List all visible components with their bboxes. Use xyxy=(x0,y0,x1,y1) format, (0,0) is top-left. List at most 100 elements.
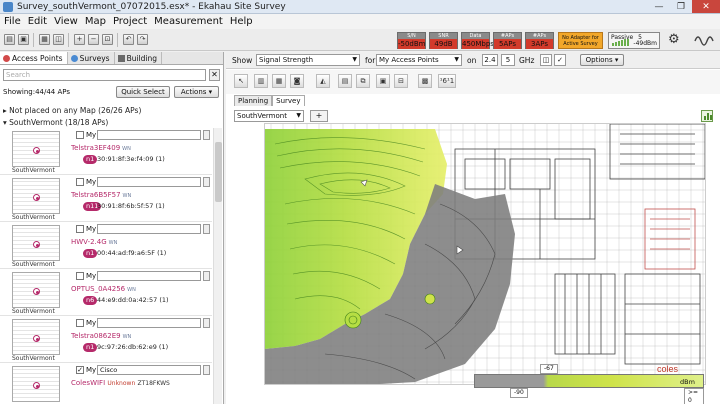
print-icon[interactable]: ▦ xyxy=(39,34,50,45)
redo-icon[interactable]: ↷ xyxy=(137,34,148,45)
options-button[interactable]: Options ▾ xyxy=(580,54,624,66)
my-checkbox[interactable] xyxy=(76,225,84,233)
list-item[interactable]: SouthVermont My OPTUS_0A4256 WN n6 44:e9:… xyxy=(0,269,212,316)
my-field-button[interactable] xyxy=(203,224,210,234)
quick-select-button[interactable]: Quick Select xyxy=(116,86,170,98)
stat-value: 5APs xyxy=(494,38,521,49)
list-scrollbar[interactable] xyxy=(213,128,222,404)
close-button[interactable]: ✕ xyxy=(692,0,720,13)
on-label: on xyxy=(467,56,477,65)
paste-tool-icon[interactable]: ▣ xyxy=(376,74,390,88)
area-tool-icon[interactable]: ▦ xyxy=(272,74,286,88)
maximize-button[interactable]: ❐ xyxy=(670,0,692,13)
my-field[interactable] xyxy=(97,224,201,234)
measure-tool-icon[interactable]: ⊟ xyxy=(394,74,408,88)
map-select[interactable]: SouthVermont ▼ xyxy=(234,110,304,122)
scale-tool-icon[interactable]: ¹6¹1 xyxy=(438,74,456,88)
ap-phy: WN xyxy=(127,287,136,293)
adapter-status[interactable]: No Adapter for Active Survey xyxy=(558,32,603,49)
my-field[interactable]: Cisco xyxy=(97,365,201,375)
menu-project[interactable]: Project xyxy=(113,16,147,27)
filter-checkbox[interactable]: ◫ xyxy=(540,54,552,66)
screenshot-icon[interactable]: ◫ xyxy=(53,34,64,45)
gear-icon[interactable]: ⚙ xyxy=(668,33,682,47)
scrollbar-thumb[interactable] xyxy=(215,142,222,202)
box-tool-icon[interactable]: ▤ xyxy=(338,74,352,88)
ramp-tool-icon[interactable]: ◭ xyxy=(316,74,330,88)
my-checkbox[interactable] xyxy=(76,178,84,186)
report-icon[interactable] xyxy=(701,110,713,122)
open-icon[interactable]: ▤ xyxy=(4,34,15,45)
list-item[interactable]: SouthVermont My HWV-2.4G WN n1 00:44:ad:f… xyxy=(0,222,212,269)
menu-view[interactable]: View xyxy=(54,16,78,27)
undo-icon[interactable]: ↶ xyxy=(123,34,134,45)
save-icon[interactable]: ▣ xyxy=(18,34,29,45)
group-southvermont[interactable]: ▾ SouthVermont (18/18 APs) xyxy=(3,118,108,127)
show-label: Show xyxy=(232,56,253,65)
menu-map[interactable]: Map xyxy=(85,16,106,27)
zoom-fit-icon[interactable]: ⊡ xyxy=(102,34,113,45)
my-field-button[interactable] xyxy=(203,318,210,328)
my-field[interactable] xyxy=(97,177,201,187)
menu-measurement[interactable]: Measurement xyxy=(154,16,223,27)
my-checkbox[interactable] xyxy=(76,131,84,139)
my-field-button[interactable] xyxy=(203,177,210,187)
copy-tool-icon[interactable]: ⧉ xyxy=(356,74,370,88)
ap-name: Telstra0862E9 WN xyxy=(71,332,131,340)
heatmap-view[interactable]: coles xyxy=(264,123,706,385)
list-item[interactable]: ✓ My Cisco ColesWIFI Unknown ZT18FKWS xyxy=(0,363,212,404)
my-label: My xyxy=(86,319,97,327)
ap-name-text: OPTUS_0A4256 xyxy=(71,285,126,293)
heatmap-canvas[interactable]: coles xyxy=(265,124,706,385)
zoom-out-icon[interactable]: − xyxy=(88,34,99,45)
passive-status[interactable]: Passive 5 -49dBm xyxy=(608,32,660,49)
signal-bars-icon xyxy=(612,39,629,46)
wifi-wave-icon[interactable] xyxy=(693,31,715,49)
tab-survey[interactable]: Survey xyxy=(272,95,305,106)
thumbnail-caption: SouthVermont xyxy=(12,167,55,174)
my-field[interactable] xyxy=(97,271,201,281)
tab-access-points[interactable]: Access Points xyxy=(0,52,68,64)
wall-tool-icon[interactable]: ▥ xyxy=(254,74,268,88)
my-field[interactable] xyxy=(97,318,201,328)
my-checkbox[interactable]: ✓ xyxy=(76,366,84,374)
zoom-in-icon[interactable]: + xyxy=(74,34,85,45)
my-field-button[interactable] xyxy=(203,271,210,281)
tab-building[interactable]: Building xyxy=(115,52,163,64)
my-field-button[interactable] xyxy=(203,130,210,140)
menu-help[interactable]: Help xyxy=(230,16,253,27)
my-field[interactable] xyxy=(97,130,201,140)
my-checkbox[interactable] xyxy=(76,319,84,327)
clear-search-button[interactable]: ✕ xyxy=(209,69,220,81)
menu-file[interactable]: File xyxy=(4,16,21,27)
checkbox-checked[interactable]: ✓ xyxy=(554,54,566,66)
tab-planning[interactable]: Planning xyxy=(234,95,273,106)
tab-surveys[interactable]: Surveys xyxy=(68,52,115,64)
search-row: Search ✕ xyxy=(3,69,220,82)
legend-min[interactable]: -90 xyxy=(510,388,528,398)
map-thumbnail xyxy=(12,319,60,355)
ghz-label: GHz xyxy=(519,56,535,65)
grid-tool-icon[interactable]: ▩ xyxy=(418,74,432,88)
legend-max[interactable]: >= 0 xyxy=(684,388,704,404)
actions-button[interactable]: Actions ▾ xyxy=(174,86,219,98)
pointer-icon[interactable]: ↖ xyxy=(234,74,248,88)
list-item[interactable]: SouthVermont My Telstra6B5F57 WN n11 30:9… xyxy=(0,175,212,222)
group-not-placed[interactable]: ▸ Not placed on any Map (26/26 APs) xyxy=(3,106,141,115)
my-label: My xyxy=(86,225,97,233)
access-point-icon xyxy=(3,55,10,62)
search-input[interactable]: Search xyxy=(3,69,206,81)
add-map-button[interactable]: + xyxy=(310,110,328,122)
ap-filter-select[interactable]: My Access Points ▼ xyxy=(376,54,462,66)
list-item[interactable]: SouthVermont My Telstra0862E9 WN n1 9c:97… xyxy=(0,316,212,363)
visualization-select[interactable]: Signal Strength ▼ xyxy=(256,54,360,66)
minimize-button[interactable]: — xyxy=(648,0,670,13)
menu-edit[interactable]: Edit xyxy=(28,16,47,27)
cylinder-tool-icon[interactable]: ◙ xyxy=(290,74,304,88)
list-item[interactable]: SouthVermont My Telstra3EF409 WN n1 30:91… xyxy=(0,128,212,175)
band-5-toggle[interactable]: 5 xyxy=(501,54,515,66)
my-field-button[interactable] xyxy=(203,365,210,375)
band-24-toggle[interactable]: 2.4 xyxy=(482,54,498,66)
my-checkbox[interactable] xyxy=(76,272,84,280)
app-icon xyxy=(3,1,13,12)
